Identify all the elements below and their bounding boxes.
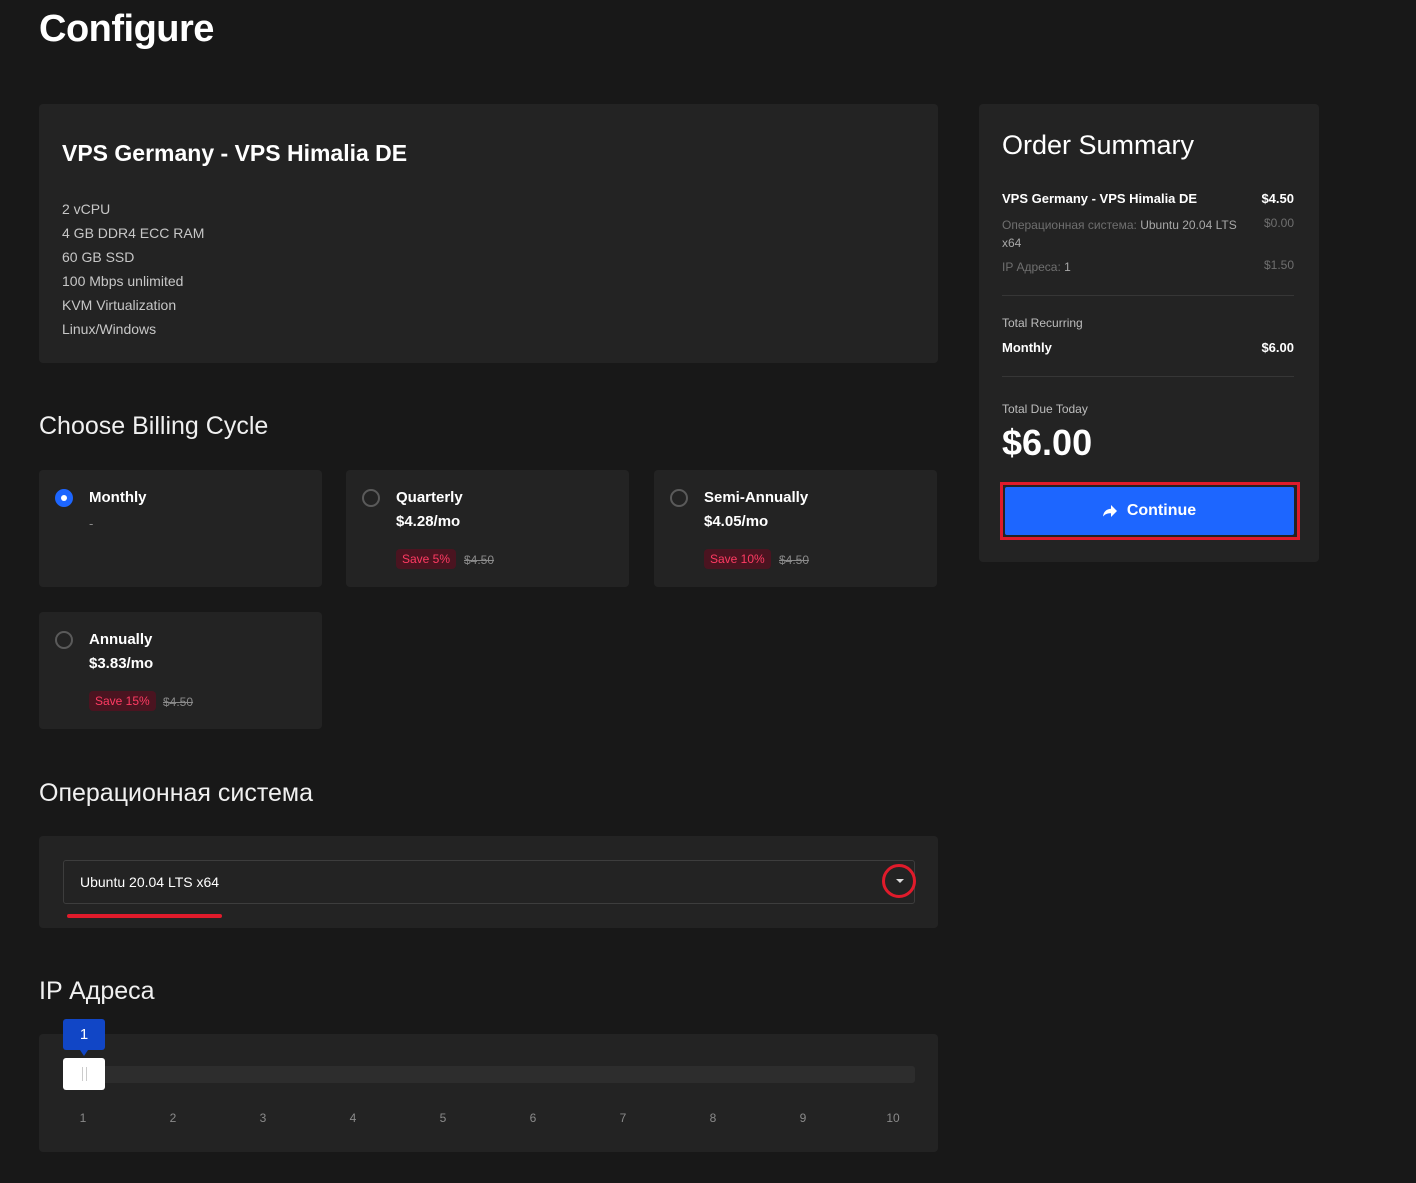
slider-track[interactable]: [63, 1066, 915, 1083]
feature-item: 60 GB SSD: [62, 249, 135, 265]
order-summary: Order Summary VPS Germany - VPS Himalia …: [979, 104, 1319, 562]
save-badge: Save 5%: [396, 549, 457, 569]
ip-heading: IP Адреса: [39, 977, 155, 1005]
product-name: VPS Germany - VPS Himalia DE: [62, 140, 408, 166]
summary-title: Order Summary: [1002, 130, 1195, 160]
radio-button[interactable]: [670, 489, 688, 507]
feature-item: Linux/Windows: [62, 321, 157, 337]
continue-button[interactable]: Continue: [1005, 487, 1294, 535]
old-price: $4.50: [464, 553, 495, 567]
slider-tick: 10: [886, 1111, 900, 1125]
slider-tick: 1: [79, 1111, 87, 1125]
radio-button[interactable]: [55, 631, 73, 649]
summary-product-price: $4.50: [1261, 191, 1294, 206]
billing-option-price: $4.05/mo: [704, 513, 769, 530]
slider-value-tooltip: 1: [63, 1019, 105, 1056]
save-badge: Save 15%: [89, 691, 156, 711]
dropdown-highlight-circle[interactable]: [882, 864, 916, 898]
save-badge: Save 10%: [704, 549, 771, 569]
slider-tick: 8: [709, 1111, 717, 1125]
slider-tick: 5: [439, 1111, 447, 1125]
slider-tick: 6: [529, 1111, 537, 1125]
product-card: VPS Germany - VPS Himalia DE 2 vCPU 4 GB…: [39, 104, 938, 363]
feature-item: 100 Mbps unlimited: [62, 273, 184, 289]
feature-item: 2 vCPU: [62, 201, 111, 217]
summary-ip-label: IP Адреса: 1: [1002, 258, 1237, 276]
billing-option-quarterly[interactable]: Quarterly $4.28/mo Save 5% $4.50: [346, 470, 629, 587]
total-recurring-price: $6.00: [1261, 340, 1294, 355]
billing-option-name: Monthly: [89, 489, 147, 506]
feature-list: 2 vCPU 4 GB DDR4 ECC RAM 60 GB SSD 100 M…: [62, 197, 204, 341]
old-price: $4.50: [779, 553, 810, 567]
billing-option-detail: -: [89, 516, 94, 531]
old-price: $4.50: [163, 695, 194, 709]
summary-os-caption: Операционная система:: [1002, 218, 1137, 232]
highlight-underline: [67, 914, 222, 918]
page-title: Configure: [39, 8, 214, 50]
billing-option-name: Semi-Annually: [704, 489, 809, 506]
billing-option-price: $3.83/mo: [89, 655, 154, 672]
summary-os-row: Операционная система: Ubuntu 20.04 LTS x…: [1002, 216, 1294, 252]
summary-product-row: VPS Germany - VPS Himalia DE $4.50: [1002, 191, 1294, 206]
caret-down-icon: [896, 879, 904, 883]
summary-ip-row: IP Адреса: 1 $1.50: [1002, 258, 1294, 276]
feature-item: 4 GB DDR4 ECC RAM: [62, 225, 205, 241]
summary-os-price: $0.00: [1263, 216, 1294, 230]
billing-option-annually[interactable]: Annually $3.83/mo Save 15% $4.50: [39, 612, 322, 729]
slider-tick: 2: [169, 1111, 177, 1125]
billing-option-monthly[interactable]: Monthly -: [39, 470, 322, 587]
summary-os-label: Операционная система: Ubuntu 20.04 LTS x…: [1002, 216, 1237, 252]
slider-tick: 7: [619, 1111, 627, 1125]
total-recurring-row: Monthly $6.00: [1002, 340, 1294, 355]
os-heading: Операционная система: [39, 779, 314, 807]
billing-option-name: Quarterly: [396, 489, 463, 506]
total-recurring-cycle: Monthly: [1002, 340, 1052, 355]
billing-option-price: $4.28/mo: [396, 513, 461, 530]
total-due-caption: Total Due Today: [1002, 402, 1088, 416]
total-recurring-caption: Total Recurring: [1002, 316, 1083, 330]
radio-button[interactable]: [362, 489, 380, 507]
ip-slider-card: 1 2 3 4 5 6 7 8 9 10: [39, 1034, 938, 1152]
os-select-value: Ubuntu 20.04 LTS x64: [80, 874, 220, 890]
summary-ip-caption: IP Адреса:: [1002, 260, 1061, 274]
summary-divider: [1002, 376, 1294, 377]
arrow-right-icon: [1102, 505, 1117, 517]
slider-tick: 3: [259, 1111, 267, 1125]
slider-handle[interactable]: [63, 1058, 105, 1090]
slider-tick: 9: [799, 1111, 807, 1125]
summary-product-name: VPS Germany - VPS Himalia DE: [1002, 191, 1198, 206]
slider-ticks: 1 2 3 4 5 6 7 8 9 10: [63, 1111, 915, 1127]
billing-option-name: Annually: [89, 631, 153, 648]
billing-option-semi-annually[interactable]: Semi-Annually $4.05/mo Save 10% $4.50: [654, 470, 937, 587]
feature-item: KVM Virtualization: [62, 297, 177, 313]
slider-tick: 4: [349, 1111, 357, 1125]
radio-button-checked[interactable]: [55, 489, 73, 507]
total-due-amount: $6.00: [1002, 422, 1093, 463]
billing-cycle-heading: Choose Billing Cycle: [39, 412, 269, 440]
summary-ip-value: 1: [1064, 260, 1071, 274]
os-card: Ubuntu 20.04 LTS x64: [39, 836, 938, 928]
os-select[interactable]: Ubuntu 20.04 LTS x64: [63, 860, 916, 904]
summary-ip-price: $1.50: [1263, 258, 1294, 272]
continue-label: Continue: [1126, 502, 1197, 519]
summary-divider: [1002, 295, 1294, 296]
